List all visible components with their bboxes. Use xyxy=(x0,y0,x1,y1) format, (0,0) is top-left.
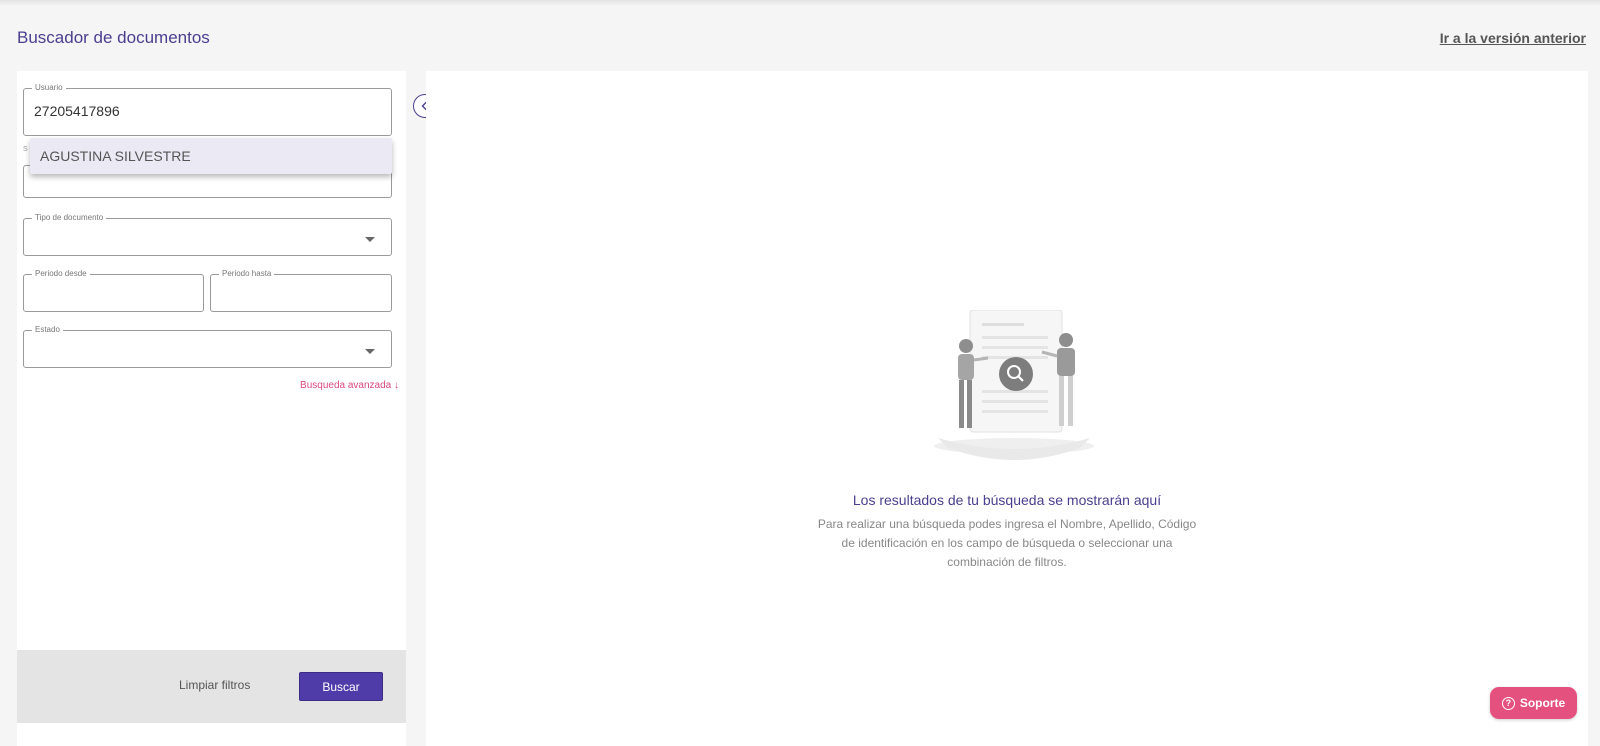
user-suggestion-option[interactable]: AGUSTINA SILVESTRE xyxy=(40,148,191,164)
page-title: Buscador de documentos xyxy=(17,28,210,47)
status-label: Estado xyxy=(32,325,63,335)
user-field[interactable]: Usuario 27205417896 xyxy=(23,83,392,136)
period-from-label: Periodo desde xyxy=(32,269,90,279)
help-circle-icon: ? xyxy=(1501,696,1515,710)
search-illustration-icon xyxy=(934,310,1094,460)
second-field-label: S xyxy=(23,146,28,153)
old-version-link[interactable]: Ir a la versión anterior xyxy=(1440,30,1586,46)
chevron-down-icon xyxy=(365,237,375,242)
support-label: Soporte xyxy=(1519,696,1566,710)
period-from-field[interactable]: Periodo desde xyxy=(23,269,204,312)
empty-results-description: Para realizar una búsqueda podes ingresa… xyxy=(817,517,1197,569)
results-panel: Los resultados de tu búsqueda se mostrar… xyxy=(426,71,1588,746)
user-field-value: 27205417896 xyxy=(34,103,120,119)
clear-filters-button[interactable]: Limpiar filtros xyxy=(179,678,250,692)
search-button[interactable]: Buscar xyxy=(299,672,383,701)
period-to-field[interactable]: Periodo hasta xyxy=(210,269,392,312)
filters-sidebar: Usuario 27205417896 S Tipo de documento … xyxy=(17,71,406,746)
user-suggestion-dropdown: AGUSTINA SILVESTRE xyxy=(30,138,392,174)
empty-results-title: Los resultados de tu búsqueda se mostrar… xyxy=(852,492,1162,508)
period-to-label: Periodo hasta xyxy=(219,269,275,279)
top-shadow xyxy=(0,0,1600,6)
advanced-search-link[interactable]: Busqueda avanzada ↓ xyxy=(300,380,399,391)
document-type-label: Tipo de documento xyxy=(32,213,107,223)
sidebar-footer: Limpiar filtros Buscar xyxy=(17,650,406,723)
support-button[interactable]: ? Soporte xyxy=(1490,687,1577,719)
user-field-label: Usuario xyxy=(32,83,66,93)
chevron-down-icon xyxy=(365,349,375,354)
status-select[interactable]: Estado xyxy=(23,325,392,368)
document-type-select[interactable]: Tipo de documento xyxy=(23,213,392,256)
